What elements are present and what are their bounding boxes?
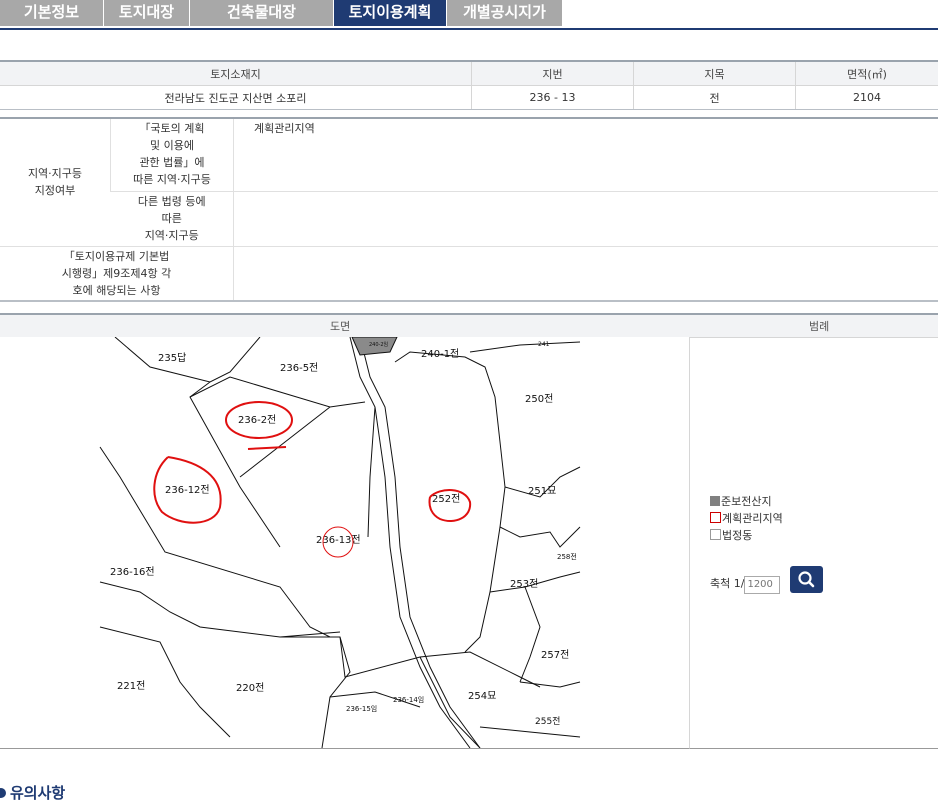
legend-header-label: 범례 — [809, 320, 830, 333]
cell-area: 2104 — [795, 85, 938, 110]
parcel-label: 236-12전 — [165, 484, 210, 496]
zoning-group-label: 지역·지구등 지정여부 — [0, 118, 111, 247]
cell-location: 전라남도 진도군 지산면 소포리 — [0, 85, 472, 110]
header-lot-number: 지번 — [471, 61, 634, 86]
act-zone-label: 「국토의 계획 및 이용에 관한 법률」에 따른 지역·지구등 — [110, 118, 234, 192]
parcel-label: 240-1전 — [421, 348, 459, 360]
parcel-label: 252전 — [432, 493, 460, 505]
legend-item: 계획관리지역 — [710, 510, 783, 526]
map-header: 도면 범례 — [0, 313, 938, 338]
act-zone-value: 계획관리지역 — [233, 118, 938, 192]
search-icon — [798, 571, 815, 588]
parcel-label: 250전 — [525, 393, 553, 405]
cadastral-map[interactable]: 235답 236-5전 240-1전 250전 236-2전 236-12전 2… — [0, 337, 689, 749]
parcel-label: 236-16전 — [110, 566, 155, 578]
other-zone-label: 다른 법령 등에 따른 지역·지구등 — [110, 191, 234, 247]
tab-land-use-plan[interactable]: 토지이용계획 — [334, 0, 447, 26]
rule-value — [233, 246, 938, 301]
legend-panel: 준보전산지 계획관리지역 법정동 축척 1/ — [689, 337, 938, 749]
tab-bar: 기본정보 토지대장 건축물대장 토지이용계획 개별공시지가 — [0, 0, 938, 30]
parcel-label: 258전 — [557, 552, 577, 561]
bullet-icon — [0, 788, 6, 798]
parcel-label: 236-14임 — [393, 696, 424, 704]
scale-label: 축척 1/ — [710, 577, 745, 590]
cadastral-map-canvas[interactable]: 235답 236-5전 240-1전 250전 236-2전 236-12전 2… — [0, 337, 689, 748]
parcel-label: 241 — [538, 341, 550, 348]
legend-swatch-gray — [710, 496, 720, 506]
scale-input[interactable] — [744, 575, 781, 594]
notice-title: 유의사항 — [10, 784, 66, 802]
scale-search-button[interactable] — [790, 566, 823, 593]
legend-label: 준보전산지 — [721, 495, 772, 508]
parcel-label: 255전 — [535, 716, 560, 727]
tab-land-register[interactable]: 토지대장 — [104, 0, 190, 26]
tab-building-register[interactable]: 건축물대장 — [190, 0, 334, 26]
other-zone-value — [233, 191, 938, 247]
legend-item: 준보전산지 — [710, 493, 772, 509]
parcel-label: 235답 — [158, 352, 186, 364]
tab-basic-info[interactable]: 기본정보 — [0, 0, 104, 26]
parcel-label: 254묘 — [468, 691, 496, 702]
parcel-label: 236-15임 — [346, 705, 377, 713]
parcel-label: 240-2임 — [369, 341, 388, 348]
parcel-label: 253전 — [510, 578, 538, 590]
land-info-table: 토지소재지 지번 지목 면적(㎡) 전라남도 진도군 지산면 소포리 236 -… — [0, 60, 938, 110]
legend-label: 계획관리지역 — [722, 512, 783, 525]
header-land-category: 지목 — [633, 61, 796, 86]
header-area: 면적(㎡) — [795, 61, 938, 86]
parcel-label: 236-2전 — [238, 414, 276, 426]
parcel-label: 257전 — [541, 649, 569, 661]
header-location: 토지소재지 — [0, 61, 472, 86]
cell-lot-number: 236 - 13 — [471, 85, 634, 110]
legend-swatch-red — [710, 512, 721, 523]
notice-heading: 유의사항 — [0, 782, 65, 803]
cell-land-category: 전 — [633, 85, 796, 110]
map-header-label: 도면 — [330, 320, 351, 333]
rule-label: 「토지이용규제 기본법 시행령」제9조제4항 각 호에 해당되는 사항 — [0, 246, 234, 301]
legend-swatch-outline — [710, 529, 721, 540]
scale-control: 축척 1/ — [710, 575, 781, 594]
tab-official-land-price[interactable]: 개별공시지가 — [447, 0, 563, 26]
zoning-table: 지역·지구등 지정여부 「국토의 계획 및 이용에 관한 법률」에 따른 지역·… — [0, 117, 938, 302]
legend-item: 법정동 — [710, 527, 752, 543]
parcel-label: 251묘 — [528, 486, 556, 497]
parcel-label: 236-5전 — [280, 362, 318, 374]
parcel-label: 221전 — [117, 680, 145, 692]
parcel-label: 220전 — [236, 682, 264, 694]
legend-label: 법정동 — [722, 529, 753, 542]
